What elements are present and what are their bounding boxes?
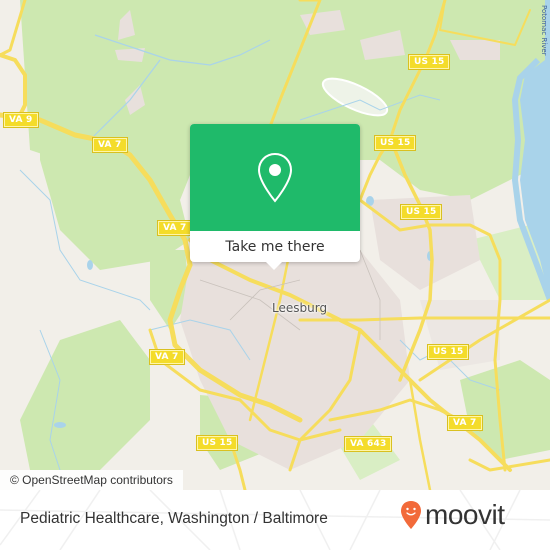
route-shield-va643: VA 643: [343, 436, 393, 452]
map-view[interactable]: VA 9 VA 7 VA 7 VA 7 VA 7 US 15 US 15 US …: [0, 0, 550, 490]
route-shield-va9: VA 9: [3, 112, 39, 128]
route-shield-va7: VA 7: [92, 137, 128, 153]
moovit-wordmark: moovit: [425, 499, 505, 530]
route-shield-us15: US 15: [373, 135, 417, 151]
moovit-pin-icon: [401, 501, 421, 529]
route-shield-us15: US 15: [426, 344, 470, 360]
footer-bar: Pediatric Healthcare, Washington / Balti…: [0, 490, 550, 550]
location-popup: Take me there: [190, 124, 360, 270]
moovit-logo[interactable]: moovit: [400, 499, 505, 530]
place-title: Pediatric Healthcare, Washington / Balti…: [20, 510, 328, 527]
route-shield-us15: US 15: [407, 54, 451, 70]
route-shield-va7: VA 7: [447, 415, 483, 431]
route-shield-us15: US 15: [195, 435, 239, 451]
popup-header: [190, 124, 360, 231]
route-shield-va7: VA 7: [157, 220, 193, 236]
route-shield-va7: VA 7: [149, 349, 185, 365]
map-pin-icon: [257, 152, 293, 203]
map-attribution[interactable]: © OpenStreetMap contributors: [0, 470, 183, 490]
river-label: Potomac River: [540, 5, 548, 56]
take-me-there-button[interactable]: Take me there: [190, 231, 360, 262]
route-shield-us15: US 15: [399, 204, 443, 220]
popup-tail: [265, 261, 283, 270]
city-label-leesburg: Leesburg: [272, 301, 328, 315]
